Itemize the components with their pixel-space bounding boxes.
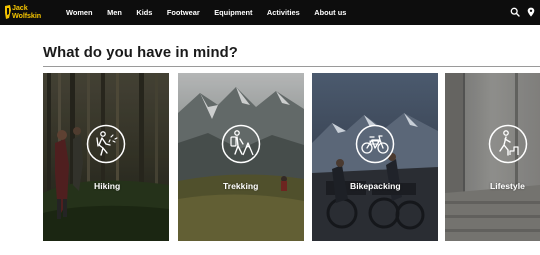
logo-wordmark: Jack Wolfskin <box>12 4 41 19</box>
card-label-lifestyle: Lifestyle <box>490 181 525 191</box>
trekking-icon <box>221 124 261 164</box>
nav-item-footwear[interactable]: Footwear <box>167 8 200 17</box>
nav-item-men[interactable]: Men <box>107 8 122 17</box>
nav-item-kids[interactable]: Kids <box>136 8 152 17</box>
nav-utility-icons <box>504 7 536 17</box>
main-nav: Women Men Kids Footwear Equipment Activi… <box>66 0 361 25</box>
hiking-icon <box>86 124 126 164</box>
lifestyle-icon <box>488 124 528 164</box>
card-label-hiking: Hiking <box>94 181 121 191</box>
section-heading: What do you have in mind? <box>43 45 238 61</box>
nav-item-about-us[interactable]: About us <box>314 8 346 17</box>
card-label-bikepacking: Bikepacking <box>350 181 401 191</box>
nav-item-activities[interactable]: Activities <box>267 8 300 17</box>
search-icon[interactable] <box>510 7 520 17</box>
nav-item-women[interactable]: Women <box>66 8 93 17</box>
paw-logo-icon <box>5 5 11 19</box>
jack-wolfskin-logo[interactable]: Jack Wolfskin <box>4 3 44 22</box>
top-navigation-bar: Jack Wolfskin Women Men Kids Footwear Eq… <box>0 0 540 25</box>
heading-divider <box>43 66 540 67</box>
location-pin-icon[interactable] <box>526 7 536 17</box>
card-lifestyle[interactable]: Lifestyle <box>445 73 540 241</box>
card-trekking[interactable]: Trekking <box>178 73 304 241</box>
card-label-trekking: Trekking <box>223 181 259 191</box>
card-hiking[interactable]: Hiking <box>43 73 169 241</box>
logo-line-2: Wolfskin <box>12 10 42 20</box>
nav-item-equipment[interactable]: Equipment <box>214 8 252 17</box>
card-bikepacking[interactable]: Bikepacking <box>312 73 438 241</box>
bikepacking-icon <box>355 124 395 164</box>
